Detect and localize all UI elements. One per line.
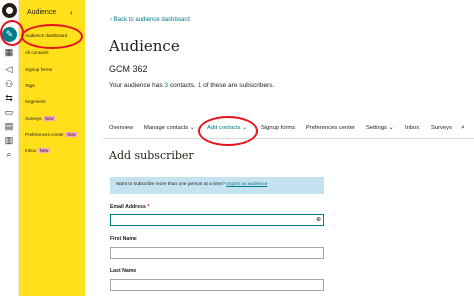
email-label: Email Address * [110, 204, 150, 210]
annotation-circle-pencil [0, 20, 24, 46]
sidebar-title: Audience [27, 9, 57, 16]
sidebar-item-preferences-center[interactable]: Preferences center New [25, 132, 78, 137]
contact-card-icon[interactable]: ⊕ [316, 216, 321, 223]
import-audience-link[interactable]: Import an audience [226, 182, 267, 187]
sidebar-item-signup-forms[interactable]: Signup forms [25, 67, 52, 72]
content-icon[interactable]: ▤ [3, 121, 15, 131]
back-link[interactable]: ‹ Back to audience dashboard [110, 17, 190, 23]
new-badge: New [38, 148, 50, 153]
first-name-field[interactable] [110, 247, 324, 259]
annotation-circle-dashboard [21, 24, 83, 49]
grid-icon[interactable]: ▦ [3, 47, 15, 57]
new-badge: New [65, 132, 78, 137]
annotation-circle-add-contacts [198, 116, 258, 146]
audience-summary: Your audience has 3 contacts. 1 of these… [109, 82, 275, 89]
automation-icon[interactable]: ⇆ [3, 93, 15, 103]
main-content: ‹ Back to audience dashboard Audience GC… [85, 0, 474, 296]
tab-surveys[interactable]: Surveys [431, 125, 452, 131]
sidebar-item-segments[interactable]: Segments [25, 99, 46, 104]
new-badge: New [43, 116, 55, 121]
tab-manage-contacts[interactable]: Manage contacts ⌄ [144, 125, 195, 131]
sidebar-item-inbox[interactable]: Inbox New [25, 148, 50, 153]
audience-icon[interactable]: ⚇ [3, 79, 15, 89]
email-field[interactable]: ⊕ [110, 214, 324, 226]
last-name-field[interactable] [110, 279, 324, 291]
audience-name: GCM 362 [109, 64, 148, 74]
first-name-label: First Name [110, 236, 137, 242]
search-icon[interactable]: ⌕ [461, 124, 465, 132]
search-icon[interactable]: ⌕ [3, 149, 15, 159]
sidebar-item-all-contacts[interactable]: All contacts [25, 50, 49, 55]
analytics-icon[interactable]: ▥ [3, 135, 15, 145]
mailchimp-logo-icon[interactable] [2, 3, 17, 18]
chevron-left-icon[interactable]: ‹ [70, 8, 73, 17]
tab-divider [103, 138, 474, 139]
sidebar-item-surveys[interactable]: Surveys New [25, 116, 55, 121]
tab-settings[interactable]: Settings ⌄ [366, 125, 393, 131]
tab-inbox[interactable]: Inbox [405, 125, 419, 131]
tab-signup-forms[interactable]: Signup forms [261, 125, 295, 131]
megaphone-icon[interactable]: ◁ [3, 64, 15, 74]
import-banner: Want to subscribe more than one person a… [110, 177, 324, 194]
sidebar-item-tags[interactable]: Tags [25, 83, 35, 88]
page-title: Audience [109, 37, 180, 55]
tab-preferences-center[interactable]: Preferences center [306, 125, 355, 131]
last-name-label: Last Name [110, 268, 137, 274]
tab-overview[interactable]: Overview [109, 125, 133, 131]
form-title: Add subscriber [109, 149, 194, 162]
website-icon[interactable]: ▭ [3, 107, 15, 117]
